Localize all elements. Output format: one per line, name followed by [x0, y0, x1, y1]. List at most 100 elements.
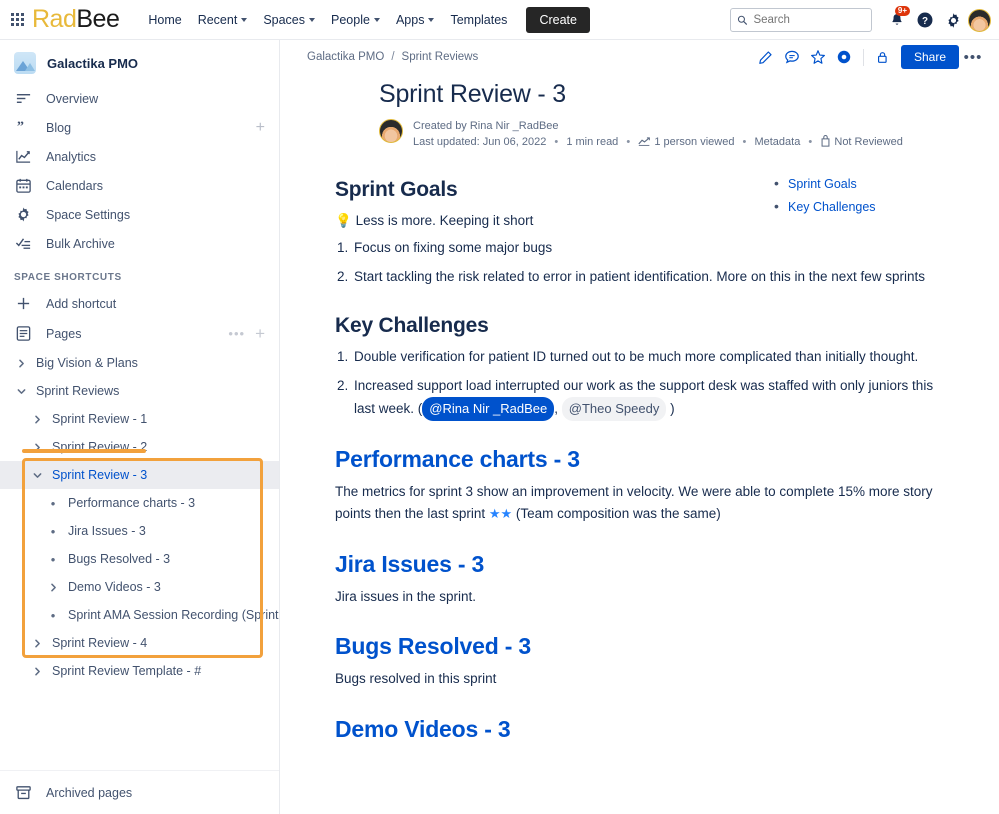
app-switcher-icon[interactable] [4, 7, 30, 33]
tree-item-bugs-resolved-3[interactable]: • Bugs Resolved - 3 [0, 545, 279, 573]
share-button[interactable]: Share [900, 45, 959, 69]
more-options-icon[interactable]: ••• [961, 45, 985, 69]
chevron-right-icon[interactable] [30, 440, 44, 454]
toc-link-sprint-goals[interactable]: Sprint Goals [788, 177, 857, 191]
create-button[interactable]: Create [526, 6, 590, 33]
heading-key-challenges: Key Challenges [335, 313, 489, 337]
sidebar-item-analytics[interactable]: Analytics [0, 142, 279, 171]
heading-performance-charts[interactable]: Performance charts - 3 [335, 446, 999, 473]
metadata-link[interactable]: Metadata [754, 136, 800, 148]
tree-item-performance-charts-3[interactable]: • Performance charts - 3 [0, 489, 279, 517]
pages-add-icon[interactable]: + [255, 325, 265, 342]
edit-pencil-icon[interactable] [754, 45, 778, 69]
chevron-right-icon[interactable] [30, 636, 44, 650]
tree-item-sprint-review-4[interactable]: Sprint Review - 4 [0, 629, 279, 657]
star-favorite-icon[interactable] [806, 45, 830, 69]
tree-item-label: Sprint Review - 3 [52, 468, 148, 482]
nav-item-home[interactable]: Home [141, 8, 188, 32]
mention-theo-speedy[interactable]: @Theo Speedy [561, 397, 667, 422]
tree-item-sprint-review-1[interactable]: Sprint Review - 1 [0, 405, 279, 433]
chevron-down-icon [428, 17, 435, 22]
nav-item-recent[interactable]: Recent [191, 8, 255, 32]
overview-icon [14, 89, 33, 108]
sidebar-space-header[interactable]: Galactika PMO [0, 40, 279, 84]
archive-box-icon [14, 783, 33, 802]
tree-item-demo-videos-3[interactable]: Demo Videos - 3 [0, 573, 279, 601]
tree-item-sprint-reviews[interactable]: Sprint Reviews [0, 377, 279, 405]
nav-item-apps-label: Apps [395, 12, 425, 27]
bulk-archive-icon [14, 234, 33, 253]
sidebar-add-shortcut[interactable]: Add shortcut [0, 289, 279, 318]
chevron-right-icon[interactable] [46, 580, 60, 594]
mention-rina-nir[interactable]: @Rina Nir _RadBee [422, 397, 555, 422]
chevron-right-icon[interactable] [30, 664, 44, 678]
tree-item-jira-issues-3[interactable]: • Jira Issues - 3 [0, 517, 279, 545]
viewers-chart-icon[interactable] [638, 136, 651, 153]
bullet-icon: • [50, 607, 56, 623]
help-icon[interactable]: ? [912, 7, 938, 33]
sidebar-item-overview[interactable]: Overview [0, 84, 279, 113]
space-avatar-icon [14, 52, 36, 74]
settings-gear-icon[interactable] [940, 7, 966, 33]
nav-item-spaces-label: Spaces [263, 12, 306, 27]
sidebar-item-calendars[interactable]: Calendars [0, 171, 279, 200]
tree-item-label: Sprint Review - 1 [52, 412, 148, 426]
read-time: 1 min read [566, 135, 619, 148]
page-actions: Share ••• [754, 45, 985, 69]
author-avatar[interactable] [379, 119, 403, 143]
heading-bugs-resolved[interactable]: Bugs Resolved - 3 [335, 633, 999, 660]
sidebar-item-calendars-label: Calendars [46, 178, 103, 193]
sidebar-item-bulk-archive[interactable]: Bulk Archive [0, 229, 279, 258]
breadcrumb-space[interactable]: Galactika PMO [307, 51, 384, 63]
restrictions-lock-icon[interactable] [871, 45, 895, 69]
tree-item-sprint-review-3[interactable]: Sprint Review - 3 [0, 461, 279, 489]
created-by-line: Created by Rina Nir _RadBee [413, 120, 559, 132]
tree-item-label: Sprint Review Template - # [52, 664, 202, 678]
chevron-down-icon[interactable] [14, 384, 28, 398]
lightbulb-icon: 💡 [335, 212, 352, 228]
sidebar-item-blog[interactable]: ” Blog + [0, 113, 279, 142]
chevron-right-icon[interactable] [30, 412, 44, 426]
sprint-goal-item: Focus on fixing some major bugs [352, 237, 952, 259]
tree-item-sprint-ama-session-recording-sprint-3[interactable]: • Sprint AMA Session Recording (Sprint 3) [0, 601, 293, 629]
heading-jira-issues[interactable]: Jira Issues - 3 [335, 551, 999, 578]
notifications-bell-icon[interactable]: 9+ [884, 6, 910, 33]
tree-item-sprint-review-template[interactable]: Sprint Review Template - # [0, 657, 279, 685]
nav-item-spaces[interactable]: Spaces [256, 8, 322, 32]
nav-item-templates[interactable]: Templates [443, 8, 514, 32]
heading-demo-videos[interactable]: Demo Videos - 3 [335, 716, 999, 743]
chevron-down-icon[interactable] [30, 468, 44, 482]
tree-item-label: Big Vision & Plans [36, 356, 138, 370]
search-input[interactable] [753, 14, 865, 26]
space-name: Galactika PMO [47, 55, 139, 71]
chevron-down-icon [373, 17, 380, 22]
breadcrumb-page[interactable]: Sprint Reviews [402, 51, 479, 63]
sidebar-item-space-settings[interactable]: Space Settings [0, 200, 279, 229]
help-question-glyph: ? [917, 12, 933, 28]
tree-item-big-vision-plans[interactable]: Big Vision & Plans [0, 349, 279, 377]
key-challenge-item: Double verification for patient ID turne… [352, 346, 952, 368]
comment-icon[interactable] [780, 45, 804, 69]
archived-pages-link[interactable]: Archived pages [0, 770, 279, 814]
nav-item-people[interactable]: People [324, 8, 387, 32]
chevron-right-icon[interactable] [14, 356, 28, 370]
watch-eye-icon[interactable] [832, 45, 856, 69]
add-blog-post-icon[interactable]: + [256, 119, 265, 137]
table-of-contents: Sprint Goals Key Challenges [774, 176, 984, 224]
tree-item-sprint-review-2[interactable]: Sprint Review - 2 [0, 433, 279, 461]
toc-link-key-challenges[interactable]: Key Challenges [788, 200, 876, 214]
person-viewed-link[interactable]: 1 person viewed [654, 136, 734, 148]
radbee-logo[interactable]: RadBee [32, 7, 120, 32]
review-status-icon [820, 135, 831, 153]
breadcrumb-bar: Galactika PMO / Sprint Reviews Share ••• [280, 40, 999, 74]
profile-avatar[interactable] [968, 8, 991, 32]
notification-badge: 9+ [894, 6, 910, 16]
performance-body: The metrics for sprint 3 show an improve… [335, 481, 950, 526]
svg-text:”: ” [17, 119, 24, 134]
pages-section-header[interactable]: Pages ••• + [0, 318, 279, 349]
metadata-lines: Created by Rina Nir _RadBee Last updated… [413, 119, 903, 153]
toc-list: Sprint Goals Key Challenges [774, 176, 984, 215]
pages-more-options-icon[interactable]: ••• [228, 326, 245, 341]
nav-item-apps[interactable]: Apps [389, 8, 442, 32]
search-box[interactable] [730, 8, 872, 32]
